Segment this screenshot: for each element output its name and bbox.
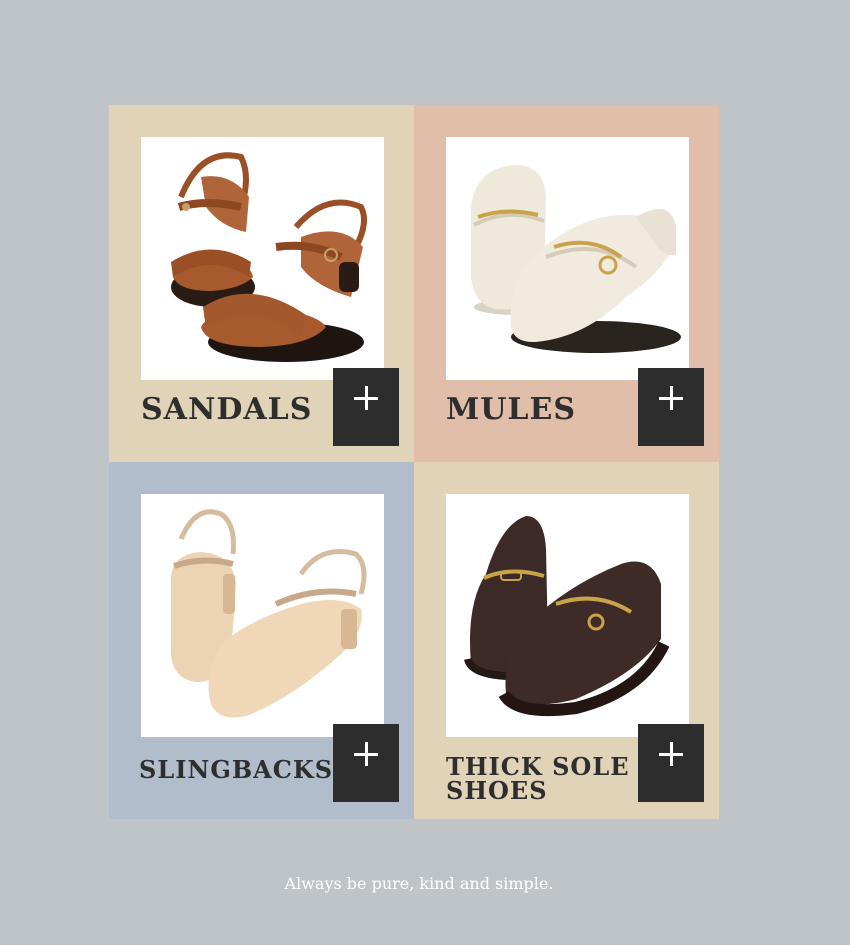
sandals-add-button[interactable] [333,368,399,446]
category-tile-mules[interactable]: MULES [414,105,719,462]
category-tile-thick-sole-shoes[interactable]: THICK SOLE SHOES [414,462,719,819]
sandals-label: SANDALS [141,392,313,427]
thick-sole-label-line2: SHOES [446,776,548,805]
thick-sole-shoes-add-button[interactable] [638,724,704,802]
tagline: Always be pure, kind and simple. [284,874,554,893]
thick-sole-shoes-label: THICK SOLE SHOES [446,755,629,803]
sandals-image[interactable] [141,137,384,380]
slingbacks-add-button[interactable] [333,724,399,802]
category-tile-sandals[interactable]: SANDALS [109,105,414,462]
thick-sole-shoes-image[interactable] [446,494,689,737]
mules-add-button[interactable] [638,368,704,446]
slingbacks-label: SLINGBACKS [139,755,334,784]
category-grid: SANDALS MULES SLINGBACKS THICK SOLE SHOE… [109,105,719,819]
mules-label: MULES [446,392,576,427]
slingbacks-image[interactable] [141,494,384,737]
category-tile-slingbacks[interactable]: SLINGBACKS [109,462,414,819]
mules-image[interactable] [446,137,689,380]
